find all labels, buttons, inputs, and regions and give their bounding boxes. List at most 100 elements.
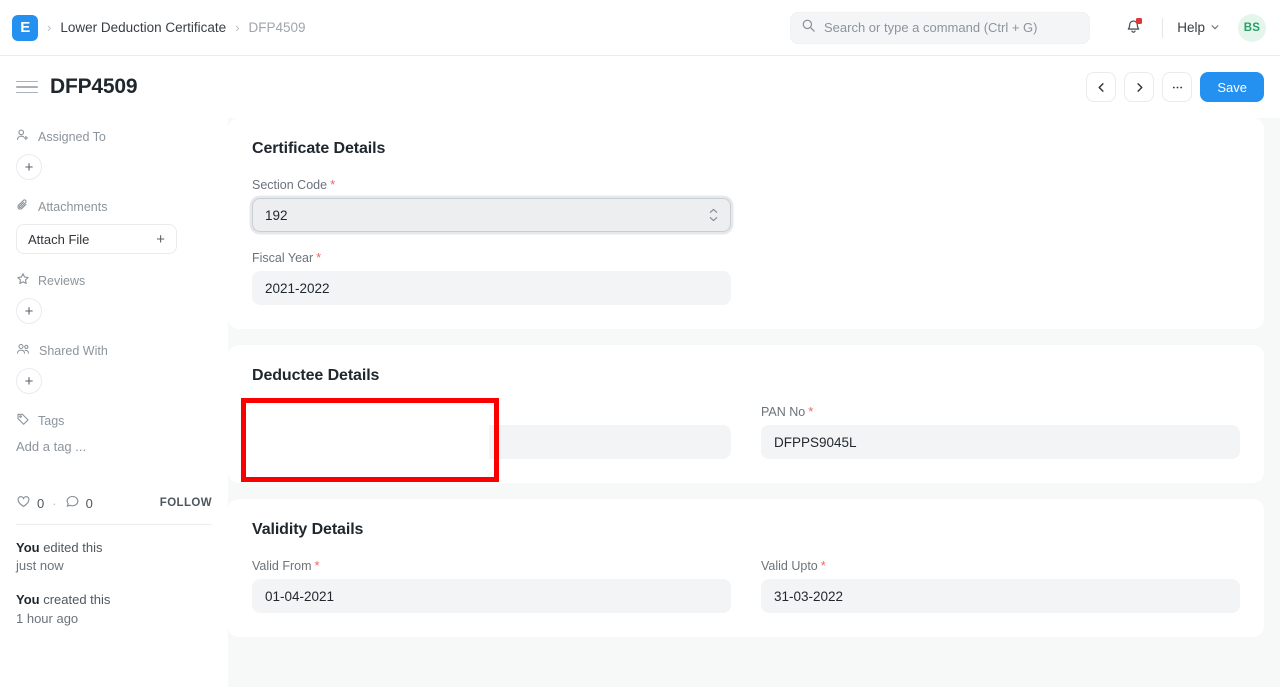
valid-from-input[interactable]: 01-04-2021 bbox=[252, 579, 731, 613]
validity-details-title: Validity Details bbox=[252, 521, 1240, 539]
star-icon bbox=[16, 272, 30, 289]
fiscal-year-input[interactable]: 2021-2022 bbox=[252, 271, 731, 305]
users-icon bbox=[16, 342, 31, 359]
annotation-mask bbox=[246, 395, 489, 473]
sidebar-section-assigned-to: Assigned To + bbox=[16, 128, 212, 180]
top-navbar: E › Lower Deduction Certificate › DFP450… bbox=[0, 0, 1280, 56]
activity-entry-edited: You edited this just now bbox=[16, 539, 212, 575]
page-header: DFP4509 Save bbox=[0, 56, 1280, 118]
valid-upto-label-row: Valid Upto * bbox=[761, 558, 1240, 573]
reviews-label: Reviews bbox=[38, 274, 85, 288]
notification-badge bbox=[1136, 18, 1142, 24]
sidebar-toggle-icon[interactable] bbox=[16, 81, 38, 94]
add-share-button[interactable]: + bbox=[16, 368, 42, 394]
field-pan-no: PAN No * DFPPS9045L bbox=[761, 404, 1240, 459]
navbar-divider bbox=[1162, 18, 1163, 38]
attachments-label: Attachments bbox=[38, 200, 107, 214]
sidebar-section-attachments: Attachments Attach File + bbox=[16, 198, 212, 254]
field-valid-from: Valid From * 01-04-2021 bbox=[252, 558, 731, 613]
more-options-button[interactable] bbox=[1162, 72, 1192, 102]
valid-from-label-row: Valid From * bbox=[252, 558, 731, 573]
valid-upto-label: Valid Upto bbox=[761, 559, 818, 573]
previous-document-button[interactable] bbox=[1086, 72, 1116, 102]
section-code-value: 192 bbox=[265, 208, 288, 223]
paperclip-icon bbox=[16, 198, 30, 215]
notifications-button[interactable] bbox=[1116, 11, 1150, 45]
shared-with-label-row: Shared With bbox=[16, 342, 212, 359]
reviews-label-row: Reviews bbox=[16, 272, 212, 289]
document-sidebar: Assigned To + Attachments Attach File + bbox=[0, 118, 228, 687]
activity-entry-created: You created this 1 hour ago bbox=[16, 591, 212, 627]
save-button[interactable]: Save bbox=[1200, 72, 1264, 102]
required-indicator: * bbox=[808, 404, 813, 419]
social-separator: · bbox=[52, 496, 56, 511]
next-document-button[interactable] bbox=[1124, 72, 1154, 102]
section-code-select[interactable]: 192 bbox=[252, 198, 731, 232]
user-plus-icon bbox=[16, 128, 30, 145]
assigned-to-label: Assigned To bbox=[38, 130, 106, 144]
activity-actor: You bbox=[16, 592, 40, 607]
sidebar-section-reviews: Reviews + bbox=[16, 272, 212, 324]
field-valid-upto: Valid Upto * 31-03-2022 bbox=[761, 558, 1240, 613]
section-code-label: Section Code bbox=[252, 178, 327, 192]
breadcrumb-parent-link[interactable]: Lower Deduction Certificate bbox=[60, 20, 226, 35]
certificate-details-title: Certificate Details bbox=[252, 140, 1240, 158]
app-logo[interactable]: E bbox=[12, 15, 38, 41]
add-review-button[interactable]: + bbox=[16, 298, 42, 324]
navbar-right-group: Help BS bbox=[1116, 11, 1266, 45]
section-code-label-row: Section Code * bbox=[252, 177, 731, 192]
like-button[interactable]: 0 bbox=[16, 494, 44, 512]
certificate-details-fields: Section Code * 192 Fiscal Year bbox=[252, 177, 1240, 305]
valid-upto-input[interactable]: 31-03-2022 bbox=[761, 579, 1240, 613]
page-actions: Save bbox=[1086, 72, 1264, 102]
tag-icon bbox=[16, 412, 30, 429]
global-search[interactable] bbox=[790, 12, 1090, 44]
page-title: DFP4509 bbox=[50, 75, 137, 99]
pan-no-label: PAN No bbox=[761, 405, 805, 419]
add-tag-input[interactable]: Add a tag ... bbox=[16, 438, 212, 454]
card-validity-details: Validity Details Valid From * 01-04-2021… bbox=[228, 499, 1264, 637]
help-label: Help bbox=[1177, 20, 1205, 35]
sidebar-section-tags: Tags Add a tag ... bbox=[16, 412, 212, 454]
pan-no-input[interactable]: DFPPS9045L bbox=[761, 425, 1240, 459]
breadcrumb-separator-1: › bbox=[47, 20, 51, 35]
sidebar-divider bbox=[16, 524, 212, 525]
comment-count: 0 bbox=[86, 496, 93, 511]
activity-timestamp: just now bbox=[16, 557, 212, 575]
required-indicator: * bbox=[316, 250, 321, 265]
field-fiscal-year: Fiscal Year * 2021-2022 bbox=[252, 250, 731, 305]
attach-file-label: Attach File bbox=[28, 232, 89, 247]
follow-button[interactable]: FOLLOW bbox=[160, 497, 212, 509]
activity-action: created this bbox=[40, 592, 111, 607]
required-indicator: * bbox=[315, 558, 320, 573]
help-menu-button[interactable]: Help bbox=[1175, 16, 1222, 39]
card-certificate-details: Certificate Details Section Code * 192 bbox=[228, 118, 1264, 329]
field-grid-spacer bbox=[761, 177, 1240, 232]
pan-no-label-row: PAN No * bbox=[761, 404, 1240, 419]
fiscal-year-label-row: Fiscal Year * bbox=[252, 250, 731, 265]
deductee-details-title: Deductee Details bbox=[252, 367, 1240, 385]
required-indicator: * bbox=[330, 177, 335, 192]
activity-timestamp: 1 hour ago bbox=[16, 610, 212, 628]
validity-details-fields: Valid From * 01-04-2021 Valid Upto * 31-… bbox=[252, 558, 1240, 613]
search-input[interactable] bbox=[824, 20, 1079, 35]
add-assignment-button[interactable]: + bbox=[16, 154, 42, 180]
user-avatar[interactable]: BS bbox=[1238, 14, 1266, 42]
assigned-to-label-row: Assigned To bbox=[16, 128, 212, 145]
tags-label: Tags bbox=[38, 414, 64, 428]
valid-from-label: Valid From bbox=[252, 559, 312, 573]
fiscal-year-label: Fiscal Year bbox=[252, 251, 313, 265]
attach-file-button[interactable]: Attach File + bbox=[16, 224, 177, 254]
comment-button[interactable]: 0 bbox=[65, 494, 93, 512]
document-social-row: 0 · 0 FOLLOW bbox=[16, 494, 212, 512]
tags-label-row: Tags bbox=[16, 412, 212, 429]
card-deductee-details: Deductee Details Supplier * Awesome Tech… bbox=[228, 345, 1264, 483]
breadcrumb-separator-2: › bbox=[235, 20, 239, 35]
plus-icon: + bbox=[156, 231, 165, 248]
stepper-updown-icon bbox=[709, 208, 718, 222]
sidebar-section-shared-with: Shared With + bbox=[16, 342, 212, 394]
activity-actor: You bbox=[16, 540, 40, 555]
chevron-down-icon bbox=[1210, 20, 1220, 35]
required-indicator: * bbox=[821, 558, 826, 573]
activity-action: edited this bbox=[40, 540, 103, 555]
